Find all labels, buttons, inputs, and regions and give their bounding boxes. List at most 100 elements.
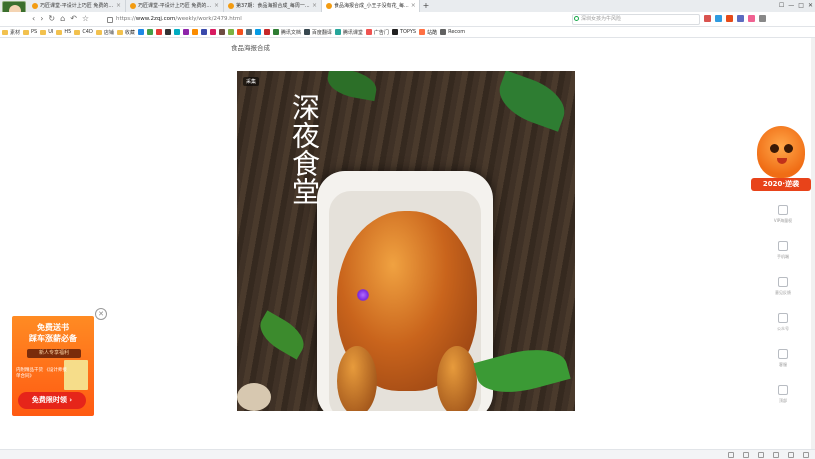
bookmark-folder[interactable]: 店铺 [95,29,114,36]
extension-icon[interactable] [748,15,755,22]
site-icon [334,29,341,35]
forward-icon[interactable]: › [40,14,43,23]
bookmark-item[interactable]: 站酷 [419,29,437,36]
bookmark-label: PS [31,29,38,35]
reload-icon[interactable]: ↻ [48,14,55,23]
close-icon[interactable]: × [116,0,121,12]
ad-claim-button[interactable]: 免费限时领 › [18,392,86,409]
lock-icon [107,16,113,23]
ad-title-line: 免费送书 [37,323,69,332]
bookmark-item[interactable] [236,29,243,35]
site-icon [200,29,207,35]
bookmark-item[interactable]: TOPYS [391,29,416,35]
maximize-icon[interactable]: □ [798,0,804,12]
site-icon [146,29,153,35]
close-icon[interactable]: × [411,0,416,12]
url-field[interactable]: https://www.2zqj.com/weekly/work/2479.ht… [107,14,527,25]
bookmark-item[interactable] [155,29,162,35]
bookmark-folder[interactable]: 素材 [2,29,20,36]
bookmark-label: 百度翻译 [311,29,332,36]
site-icon [182,29,189,35]
favicon-icon [326,3,332,9]
sidebar-item-vip[interactable]: VIP海量权 [770,205,796,241]
close-window-icon[interactable]: ✕ [808,0,813,12]
bookmark-item[interactable] [245,29,252,35]
bookmark-item[interactable] [164,29,171,35]
sidebar-item-wechat[interactable]: 公众号 [770,313,796,349]
extension-icon[interactable] [704,15,711,22]
bookmark-item[interactable] [191,29,198,35]
bookmark-item[interactable] [263,29,270,35]
status-icon[interactable] [743,452,749,458]
bookmark-item[interactable]: 腾讯课堂 [334,29,363,36]
mascot-promo[interactable]: 2020·逆袭 [751,124,811,196]
scrollbar[interactable] [811,38,815,449]
sidebar-item-service[interactable]: 客服 [770,349,796,385]
site-icon [365,29,372,35]
undo-icon[interactable]: ↶ [70,14,77,23]
tab-label: 第37期：食品海报合成_每周一... [236,3,310,9]
bookmark-item[interactable] [173,29,180,35]
extension-icon[interactable] [715,15,722,22]
bookmark-folder[interactable]: UI [40,29,53,35]
new-tab-button[interactable]: + [420,0,432,12]
bookmark-item[interactable]: 广告门 [365,29,389,36]
poster-image[interactable]: 深夜食堂 采集 [237,71,575,411]
favicon-icon [228,3,234,9]
bookmark-folder[interactable]: 收藏 [116,29,135,36]
browser-tab-active[interactable]: 食品海报合成_小王子没有花_每... × [322,0,420,12]
bookmark-label: 素材 [10,29,21,36]
status-icon[interactable] [773,452,779,458]
search-input[interactable]: 深圳女孩为牛风险 [572,14,700,25]
wechat-icon [778,313,788,323]
bookmark-item[interactable]: Recom [440,29,465,35]
menu-icon[interactable] [759,15,766,22]
bookmark-label: 站酷 [427,29,438,36]
browser-tab[interactable]: 巧匠课堂-平设计上巧匠 免费的... × [28,0,126,12]
minimize-icon[interactable]: — [788,0,794,12]
browser-tab[interactable]: 第37期：食品海报合成_每周一... × [224,0,322,12]
bookmark-item[interactable]: 腾讯文档 [272,29,301,36]
url-prefix: https:// [116,16,136,22]
bookmark-item[interactable] [254,29,261,35]
status-icon[interactable] [728,452,734,458]
back-icon[interactable]: ‹ [32,14,35,23]
bookmark-item[interactable] [227,29,234,35]
cursor-highlight [357,289,369,301]
status-icon[interactable] [788,452,794,458]
bookmark-item[interactable] [209,29,216,35]
home-icon[interactable]: ⌂ [60,14,65,23]
bookmark-label: 腾讯课堂 [342,29,363,36]
sidebar-item-label: VIP海量权 [773,218,793,223]
sidebar-item-feedback[interactable]: 意见反馈 [770,277,796,313]
restore-icon[interactable]: ☐ [779,0,784,12]
bookmark-item[interactable] [218,29,225,35]
collect-badge[interactable]: 采集 [243,77,260,86]
star-icon[interactable]: ☆ [82,14,89,23]
status-icon[interactable] [758,452,764,458]
close-icon[interactable]: × [214,0,219,12]
nav-buttons: ‹ › ↻ ⌂ ↶ ☆ [32,14,89,23]
bookmark-folder[interactable]: PS [23,29,37,35]
bookmark-item[interactable] [137,29,144,35]
bookmark-item[interactable] [182,29,189,35]
tab-label: 巧匠课堂-平设计上巧匠 免费的... [40,3,114,9]
leaf-decoration [492,71,572,132]
sidebar-item-label: 客服 [779,362,787,367]
browser-tab[interactable]: 巧匠课堂-平设计上巧匠 免费的... × [126,0,224,12]
bookmark-folder[interactable]: C4D [74,29,93,35]
extension-icon[interactable] [726,15,733,22]
sidebar-item-top[interactable]: 顶部 [770,385,796,421]
status-icon[interactable] [803,452,809,458]
extension-icon[interactable] [737,15,744,22]
site-icon [209,29,216,35]
bookmark-item[interactable] [146,29,153,35]
sidebar-item-mobile[interactable]: 手机端 [770,241,796,277]
window-controls: ☐ — □ ✕ [779,0,813,12]
bookmark-folder[interactable]: H5 [56,29,71,35]
close-icon[interactable]: ✕ [95,308,107,320]
bookmark-item[interactable]: 百度翻译 [303,29,332,36]
bookmark-item[interactable] [200,29,207,35]
headset-icon [778,349,788,359]
close-icon[interactable]: × [312,0,317,12]
